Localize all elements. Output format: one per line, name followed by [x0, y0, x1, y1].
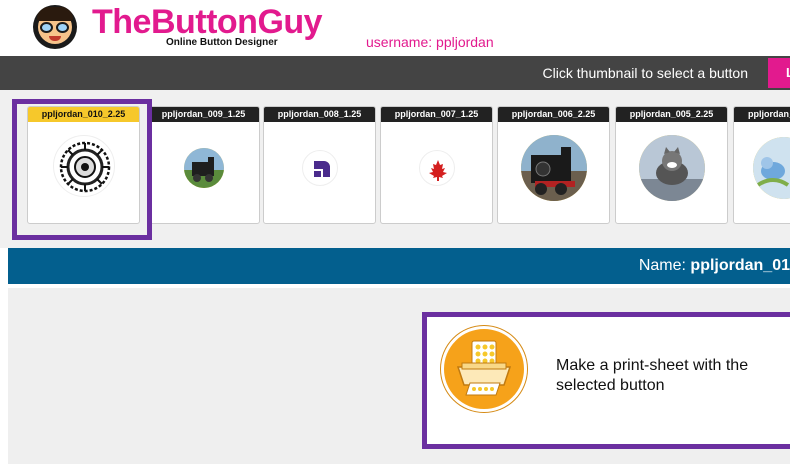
- thumbnail-card-1[interactable]: ppljordan_009_1.25: [147, 106, 260, 224]
- print-sheet-label[interactable]: Make a print-sheet with the selected but…: [556, 356, 790, 396]
- thumbnail-label: ppljordan_009_1.25: [148, 107, 259, 122]
- printer-icon[interactable]: [441, 326, 527, 412]
- header: TheButtonGuy Online Button Designer user…: [0, 0, 790, 56]
- thumbnail-card-4[interactable]: ppljordan_006_2.25: [497, 106, 610, 224]
- thumbnail-label: ppljordan_007_1.25: [381, 107, 492, 122]
- purple-logo-icon: [301, 150, 338, 186]
- train-photo: [520, 135, 587, 201]
- toolbar: Click thumbnail to select a button L: [0, 56, 790, 90]
- thumbnail-card-3[interactable]: ppljordan_007_1.25: [380, 106, 493, 224]
- name-bar: Name: ppljordan_01: [8, 248, 790, 284]
- kitten-photo: [638, 135, 705, 201]
- brand-logo-text[interactable]: TheButtonGuy: [92, 2, 323, 42]
- logout-button[interactable]: L: [768, 58, 790, 88]
- username-label: username: ppljordan: [366, 34, 494, 50]
- thumbnail-card-6[interactable]: ppljordan_: [733, 106, 790, 224]
- button-name-label: Name: ppljordan_01: [638, 257, 790, 274]
- selected-thumbnail-highlight: [12, 99, 152, 240]
- train-photo: [183, 148, 224, 188]
- logo-avatar-icon[interactable]: [33, 5, 77, 49]
- thumbnail-label: ppljordan_: [734, 107, 790, 122]
- thumbnail-card-2[interactable]: ppljordan_008_1.25: [263, 106, 376, 224]
- toolbar-instruction: Click thumbnail to select a button: [542, 65, 748, 81]
- maple-leaf-icon: [418, 150, 455, 186]
- thumbnail-label: ppljordan_008_1.25: [264, 107, 375, 122]
- thumbnail-card-5[interactable]: ppljordan_005_2.25: [615, 106, 728, 224]
- thumbnail-label: ppljordan_005_2.25: [616, 107, 727, 122]
- thumbnail-label: ppljordan_006_2.25: [498, 107, 609, 122]
- button-name-value: ppljordan_01: [690, 257, 790, 274]
- brand-tagline: Online Button Designer: [166, 37, 278, 48]
- bird-photo: [753, 137, 790, 199]
